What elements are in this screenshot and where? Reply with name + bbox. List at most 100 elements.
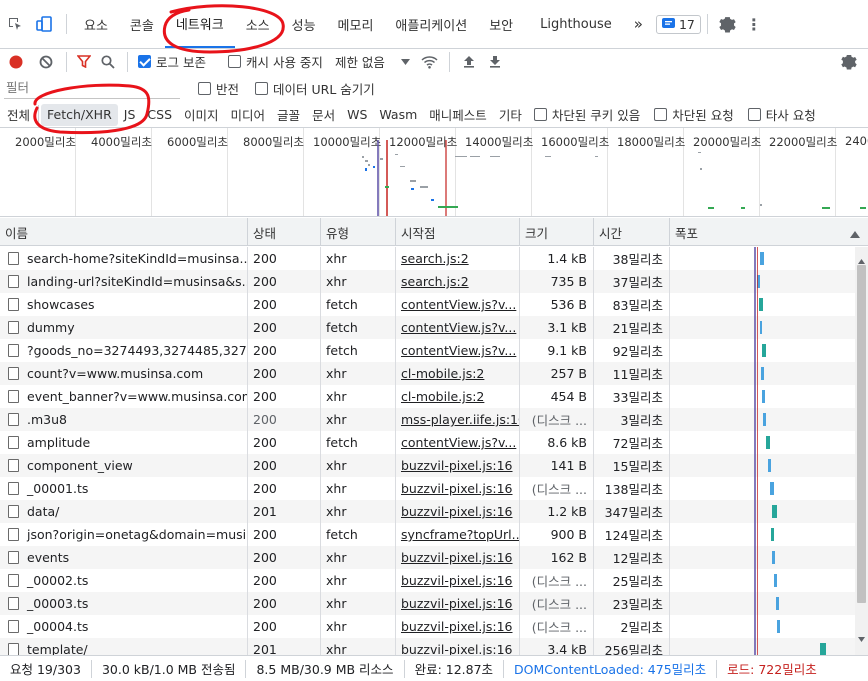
search-icon[interactable]	[95, 54, 121, 69]
record-icon[interactable]	[0, 55, 32, 69]
cell-initiator[interactable]: buzzvil-pixel.js:16	[396, 500, 520, 523]
table-row[interactable]: component_view 200 xhr buzzvil-pixel.js:16 1…	[0, 454, 855, 477]
cell-initiator[interactable]: buzzvil-pixel.js:16	[396, 477, 520, 500]
inspect-element-icon[interactable]	[0, 0, 30, 48]
type-filter-img[interactable]: 이미지	[178, 104, 225, 126]
timeline-overview[interactable]: 2000밀리초 4000밀리초 6000밀리초 8000밀리초 10000밀리초…	[0, 127, 868, 217]
table-row[interactable]: event_banner?v=www.musinsa.com 200 xhr cl-m…	[0, 385, 855, 408]
cell-initiator[interactable]: syncframe?topUrl...	[396, 523, 520, 546]
network-settings-icon[interactable]	[836, 54, 862, 70]
tab-application[interactable]: 애플리케이션	[384, 0, 478, 48]
table-row[interactable]: showcases 200 fetch contentView.js?v... 536 …	[0, 293, 855, 316]
table-row[interactable]: .m3u8 200 xhr mss-player.iife.js:10 (디스크 ...…	[0, 408, 855, 431]
tab-network[interactable]: 네트워크	[164, 0, 235, 48]
disable-cache-checkbox[interactable]	[227, 55, 241, 68]
filter-input[interactable]	[4, 78, 180, 99]
scrollbar-thumb[interactable]	[857, 265, 866, 603]
column-header-size[interactable]: 크기	[520, 218, 594, 246]
cell-initiator[interactable]: buzzvil-pixel.js:16	[396, 638, 520, 655]
table-row[interactable]: json?origin=onetag&domain=musi... 200 fetc…	[0, 523, 855, 546]
type-filter-doc[interactable]: 문서	[306, 104, 341, 126]
tab-sources[interactable]: 소스	[235, 0, 281, 48]
type-filter-font[interactable]: 글꼴	[271, 104, 306, 126]
type-filter-js[interactable]: JS	[118, 104, 142, 126]
upload-icon[interactable]	[456, 55, 482, 68]
table-row[interactable]: _00003.ts 200 xhr buzzvil-pixel.js:16 (디스크 .…	[0, 592, 855, 615]
column-header-status[interactable]: 상태	[248, 218, 321, 246]
name-value: landing-url?siteKindId=musinsa&s...	[27, 274, 248, 289]
kebab-menu-icon[interactable]: ⋮	[742, 0, 766, 48]
cell-size: 141 B	[520, 454, 594, 477]
table-row[interactable]: _00002.ts 200 xhr buzzvil-pixel.js:16 (디스크 .…	[0, 569, 855, 592]
table-row[interactable]: amplitude 200 fetch contentView.js?v... 8.6 …	[0, 431, 855, 454]
column-header-type[interactable]: 유형	[321, 218, 396, 246]
column-header-initiator[interactable]: 시작점	[396, 218, 520, 246]
cell-initiator[interactable]: mss-player.iife.js:10	[396, 408, 520, 431]
type-filter-all[interactable]: 전체	[1, 104, 36, 126]
invert-checkbox[interactable]	[198, 82, 211, 95]
cell-initiator[interactable]: contentView.js?v...	[396, 293, 520, 316]
cell-initiator[interactable]: buzzvil-pixel.js:16	[396, 569, 520, 592]
scroll-down-arrow[interactable]	[858, 630, 865, 645]
cell-initiator[interactable]: contentView.js?v...	[396, 339, 520, 362]
clear-icon[interactable]	[32, 55, 60, 69]
type-filter-other[interactable]: 기타	[493, 104, 528, 126]
blocked-cookies-checkbox[interactable]	[533, 108, 547, 121]
request-table: search-home?siteKindId=musinsa... 200 xhr s…	[0, 247, 868, 655]
download-icon[interactable]	[482, 55, 508, 68]
third-party-checkbox[interactable]	[747, 108, 761, 121]
table-row[interactable]: ?goods_no=3274493,3274485,3274... 200 fetc…	[0, 339, 855, 362]
preserve-log-checkbox[interactable]	[138, 55, 151, 68]
table-row[interactable]: _00001.ts 200 xhr buzzvil-pixel.js:16 (디스크 .…	[0, 477, 855, 500]
tab-security[interactable]: 보안	[478, 0, 524, 48]
file-icon	[8, 413, 19, 426]
table-row[interactable]: dummy 200 fetch contentView.js?v... 3.1 kB 21…	[0, 316, 855, 339]
column-header-waterfall[interactable]: 폭포	[670, 218, 868, 246]
blocked-requests-checkbox[interactable]	[654, 108, 668, 121]
type-filter-media[interactable]: 미디어	[225, 104, 272, 126]
table-row[interactable]: count?v=www.musinsa.com 200 xhr cl-mobile.j…	[0, 362, 855, 385]
cell-initiator[interactable]: buzzvil-pixel.js:16	[396, 615, 520, 638]
table-row[interactable]: data/201 xhr buzzvil-pixel.js:16 1.2 kB 347밀…	[0, 500, 855, 523]
issues-badge[interactable]: 17	[655, 14, 701, 34]
cell-initiator[interactable]: buzzvil-pixel.js:16	[396, 546, 520, 569]
tab-memory[interactable]: 메모리	[327, 0, 385, 48]
table-row[interactable]: events 200 xhr buzzvil-pixel.js:16 162 B 12밀리…	[0, 546, 855, 569]
type-filter-css[interactable]: CSS	[141, 104, 178, 126]
tab-performance[interactable]: 성능	[281, 0, 327, 48]
cell-initiator[interactable]: search.js:2	[396, 270, 520, 293]
cell-initiator[interactable]: cl-mobile.js:2	[396, 385, 520, 408]
tab-console[interactable]: 콘솔	[119, 0, 165, 48]
gear-icon[interactable]	[714, 0, 742, 48]
column-header-time[interactable]: 시간	[594, 218, 670, 246]
tab-elements[interactable]: 요소	[73, 0, 119, 48]
table-row[interactable]: landing-url?siteKindId=musinsa&s... 200 xh…	[0, 270, 855, 293]
cell-initiator[interactable]: contentView.js?v...	[396, 316, 520, 339]
cell-status: 200	[248, 385, 321, 408]
filter-icon[interactable]	[73, 55, 95, 68]
size-value: 162 B	[550, 550, 587, 565]
cell-initiator[interactable]: buzzvil-pixel.js:16	[396, 454, 520, 477]
cell-initiator[interactable]: contentView.js?v...	[396, 431, 520, 454]
table-row[interactable]: search-home?siteKindId=musinsa... 200 xhr s…	[0, 247, 855, 270]
throttle-select[interactable]: 제한 없음	[335, 52, 385, 71]
scrollbar[interactable]	[855, 247, 868, 655]
type-filter-wasm[interactable]: Wasm	[373, 104, 423, 126]
caret-down-icon[interactable]	[395, 58, 417, 65]
type-filter-manifest[interactable]: 매니페스트	[423, 104, 493, 126]
table-row[interactable]: _00004.ts 200 xhr buzzvil-pixel.js:16 (디스크 .…	[0, 615, 855, 638]
cell-initiator[interactable]: buzzvil-pixel.js:16	[396, 592, 520, 615]
network-conditions-icon[interactable]	[417, 55, 443, 69]
initiator-value: cl-mobile.js:2	[401, 366, 485, 381]
table-row[interactable]: template/201 xhr buzzvil-pixel.js:16 3.4 kB…	[0, 638, 855, 655]
cell-waterfall	[670, 270, 855, 293]
type-filter-ws[interactable]: WS	[341, 104, 373, 126]
more-tabs-button[interactable]: »	[623, 0, 654, 48]
hide-data-urls-checkbox[interactable]	[255, 82, 269, 95]
column-header-name[interactable]: 이름	[0, 218, 248, 246]
tab-lighthouse[interactable]: Lighthouse	[524, 0, 623, 48]
type-filter-fetch-xhr[interactable]: Fetch/XHR	[41, 103, 118, 126]
device-toolbar-icon[interactable]	[30, 0, 60, 48]
cell-initiator[interactable]: cl-mobile.js:2	[396, 362, 520, 385]
cell-initiator[interactable]: search.js:2	[396, 247, 520, 270]
